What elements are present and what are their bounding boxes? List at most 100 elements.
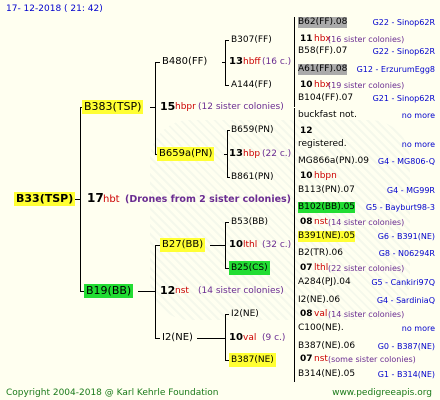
timestamp: 17- 12-2018 ( 21: 42) [6, 4, 103, 14]
gen1-top-num: 15 [160, 100, 176, 113]
gen3-d-num: 10 [300, 171, 313, 181]
gen3-a-sis: (16 sister colonies) [328, 35, 405, 44]
queen-gen3-b[interactable]: A144(FF) [229, 78, 274, 92]
gen3-f-num: 07 [300, 263, 313, 273]
connector [155, 245, 156, 338]
queen-gen1-bottom[interactable]: B19(BB) [84, 284, 134, 298]
gen4-r15-left[interactable]: B387(NE).06 [298, 341, 355, 352]
copyright: Copyright 2004-2018 @ Karl Kehrle Founda… [6, 388, 219, 398]
gen2-c-sis: (32 c.) [262, 240, 292, 250]
gen3-h-num: 07 [300, 354, 313, 364]
connector [294, 245, 295, 291]
gen2-b-num: 13 [229, 148, 243, 159]
root-num: 17 [87, 191, 104, 205]
gen4-r2-left[interactable]: B58(FF).07 [298, 46, 347, 57]
gen3-c-num: 12 [300, 126, 313, 136]
connector [294, 17, 295, 62]
gen4-r3-left[interactable]: A61(FF).08 [298, 64, 348, 75]
gen4-r7-right: G4 - MG806-Q [377, 157, 435, 166]
queen-gen1-top[interactable]: B383(TSP) [82, 100, 144, 114]
gen3-d-tag: hbpn [314, 171, 337, 181]
gen4-r13-right: G4 - SardiniaQ [376, 296, 435, 305]
gen3-f-tag: lthl [314, 263, 329, 273]
gen4-r2-right: G22 - Sinop62R [372, 47, 435, 56]
gen2-b-sis: (22 c.) [262, 149, 292, 159]
gen2-c-num: 10 [229, 239, 243, 250]
queen-gen3-c[interactable]: B659(PN) [229, 123, 276, 137]
gen3-h-sis: (some sister colonies) [328, 355, 416, 364]
gen4-r11-left[interactable]: B2(TR).06 [298, 248, 343, 259]
gen4-r3-right: G12 - ErzurumEgg8 [356, 65, 435, 74]
gen4-r4-right: G21 - Sinop62R [372, 94, 435, 103]
gen3-e-sis: (14 sister colonies) [328, 218, 405, 227]
site-link[interactable]: www.pedigreeapis.org [332, 388, 432, 398]
queen-gen3-f[interactable]: B25(CS) [229, 261, 270, 275]
gen4-r6-left[interactable]: registered. [298, 139, 347, 150]
connector [294, 291, 295, 338]
queen-gen3-g[interactable]: I2(NE) [229, 307, 261, 321]
gen4-r1-right: G22 - Sinop62R [372, 18, 435, 27]
gen1-bottom-num: 12 [160, 284, 176, 297]
queen-gen2-c[interactable]: B27(BB) [160, 238, 206, 252]
gen4-r4-left[interactable]: B104(FF).07 [298, 93, 353, 104]
gen2-d-tag: val [243, 333, 257, 343]
connector [294, 200, 295, 245]
gen4-r7-left[interactable]: MG866a(PN).09 [298, 156, 369, 167]
connector [80, 107, 81, 291]
gen4-r8-left[interactable]: B113(PN).07 [298, 185, 355, 196]
gen3-b-num: 10 [300, 80, 313, 90]
gen2-a-sis: (16 c.) [262, 57, 292, 67]
connector [225, 40, 226, 85]
connector [138, 291, 155, 292]
queen-gen2-d[interactable]: I2(NE) [160, 331, 195, 345]
queen-gen3-a[interactable]: B307(FF) [229, 33, 274, 47]
connector [210, 245, 225, 246]
gen4-r1-left[interactable]: B62(FF).08 [298, 17, 348, 28]
gen3-h-tag: nst [314, 354, 328, 364]
gen4-r12-left[interactable]: A284(PJ).04 [298, 277, 351, 288]
gen4-r5-right: no more [401, 111, 435, 120]
gen3-b-sis: (19 sister colonies) [328, 81, 405, 90]
queen-gen3-e[interactable]: B53(BB) [229, 215, 270, 229]
root-hbt: hbt [103, 194, 120, 205]
connector [294, 108, 295, 154]
gen2-a-num: 13 [229, 56, 243, 67]
pedigree-chart: 17- 12-2018 ( 21: 42) B33(TSP) 17 hbt (D… [0, 0, 440, 400]
connector [227, 130, 228, 177]
gen4-r10-right: G6 - B391(NE) [377, 232, 435, 241]
queen-gen2-b[interactable]: B659a(PN) [157, 147, 215, 161]
gen4-r13-left[interactable]: I2(NE).06 [298, 295, 340, 306]
connector [225, 222, 226, 268]
gen2-d-sis: (9 c.) [262, 333, 286, 343]
gen4-r11-right: G8 - N06294R [378, 249, 435, 258]
gen2-b-tag: hbp [243, 149, 261, 159]
gen4-r16-left[interactable]: B314(NE).05 [298, 369, 355, 380]
gen1-top-tag: hbpr [175, 102, 196, 112]
gen3-e-num: 08 [300, 217, 313, 227]
gen1-bottom-tag: nst [175, 286, 189, 296]
gen1-bottom-sis: (14 sister colonies) [198, 286, 284, 296]
gen4-r15-right: G0 - B387(NE) [377, 342, 435, 351]
gen4-r10-left[interactable]: B391(NE).05 [298, 231, 356, 242]
connector [225, 314, 226, 360]
connector [294, 338, 295, 382]
queen-gen2-a[interactable]: B480(FF) [160, 55, 209, 69]
queen-gen3-d[interactable]: B861(PN) [229, 170, 276, 184]
gen3-a-num: 11 [300, 34, 313, 44]
gen2-c-tag: lthl [243, 240, 258, 250]
connector [294, 62, 295, 107]
connector [294, 154, 295, 200]
gen4-r5-left[interactable]: buckfast not. [298, 110, 357, 121]
gen3-g-num: 08 [300, 309, 313, 319]
gen4-r14-left[interactable]: C100(NE). [298, 323, 344, 334]
gen4-r9-left[interactable]: B102(BB).05 [298, 202, 356, 213]
connector [155, 62, 156, 154]
gen4-r12-right: G5 - Cankiri97Q [371, 278, 435, 287]
gen4-r9-right: G5 - Bayburt98-3 [365, 203, 435, 212]
gen3-f-sis: (22 sister colonies) [328, 264, 405, 273]
gen4-r8-right: G4 - MG99R [386, 186, 435, 195]
queen-gen3-h[interactable]: B387(NE) [229, 353, 276, 367]
gen3-e-tag: nst [314, 217, 328, 227]
gen4-r6-right: no more [401, 140, 435, 149]
queen-root[interactable]: B33(TSP) [14, 192, 76, 206]
